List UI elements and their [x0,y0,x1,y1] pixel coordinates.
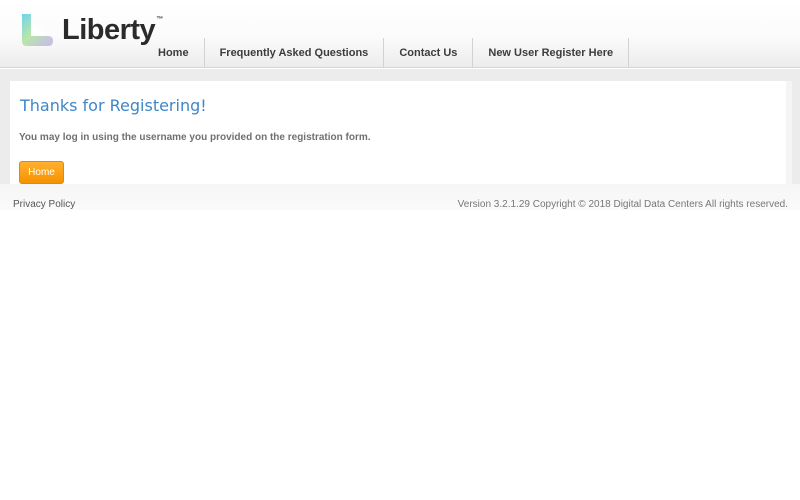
main-content: Thanks for Registering! You may log in u… [10,81,792,184]
confirmation-message: You may log in using the username you pr… [19,132,371,143]
nav-item-contact-us[interactable]: Contact Us [384,38,474,68]
nav-item-register[interactable]: New User Register Here [473,38,630,68]
nav-item-home[interactable]: Home [143,38,205,68]
home-button[interactable]: Home [19,161,64,184]
main-nav: Home Frequently Asked Questions Contact … [143,38,630,68]
copyright-text: Version 3.2.1.29 Copyright © 2018 Digita… [457,199,788,210]
site-footer: Privacy Policy Version 3.2.1.29 Copyrigh… [0,184,800,210]
liberty-logo-icon [22,14,53,46]
privacy-policy-link[interactable]: Privacy Policy [13,199,75,210]
nav-item-faq[interactable]: Frequently Asked Questions [205,38,385,68]
page-title: Thanks for Registering! [20,96,207,115]
site-header: Liberty™ Home Frequently Asked Questions… [0,0,800,68]
site-logo[interactable]: Liberty™ [18,8,163,52]
trademark-symbol: ™ [156,15,163,23]
